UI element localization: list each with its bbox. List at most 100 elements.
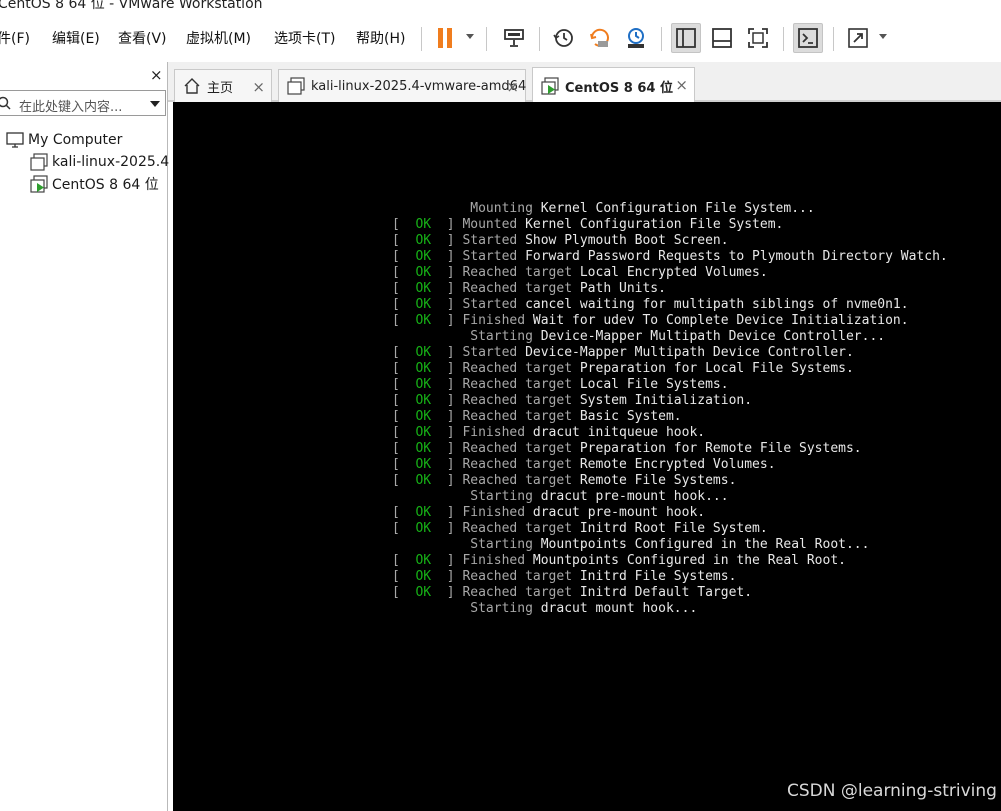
- console-text: Initrd Default Target.: [579, 585, 753, 600]
- console-message: Reached target Local Encrypted Volumes.: [462, 265, 767, 280]
- ok-status: OK: [415, 473, 432, 488]
- console-verb: Reached target: [462, 521, 580, 536]
- toolbar-separator: [661, 27, 662, 51]
- pause-button[interactable]: [430, 23, 460, 53]
- tab-kali-linux[interactable]: kali-linux-2025.4-vmware-amd64 ×: [278, 69, 526, 102]
- snapshot-manager-button[interactable]: [621, 23, 651, 53]
- console-message: Started Forward Password Requests to Ply…: [462, 249, 947, 264]
- menu-help[interactable]: 帮助(H): [356, 28, 405, 48]
- status-bracket: [ OK ]: [392, 569, 463, 584]
- tab-close-button[interactable]: ×: [506, 78, 519, 96]
- console-text: Kernel Configuration File System...: [540, 201, 815, 216]
- status-bracket: [ OK ]: [392, 585, 463, 600]
- ok-status: OK: [415, 297, 432, 312]
- console-line: [ OK ] Reached target Preparation for Lo…: [392, 361, 854, 377]
- status-bracket: [ OK ]: [392, 217, 463, 232]
- console-message: Reached target System Initialization.: [462, 393, 752, 408]
- tree-item-centos[interactable]: CentOS 8 64 位: [30, 174, 159, 194]
- status-bracket: [392, 601, 470, 616]
- ok-status: OK: [415, 217, 432, 232]
- send-ctrl-alt-del-button[interactable]: [499, 23, 529, 53]
- console-line: [ OK ] Started Show Plymouth Boot Screen…: [392, 233, 729, 249]
- full-screen-button[interactable]: [743, 23, 773, 53]
- menu-file[interactable]: 件(F): [0, 28, 30, 48]
- console-verb: Finished: [462, 505, 533, 520]
- vm-icon: [30, 153, 48, 171]
- tab-centos[interactable]: CentOS 8 64 位 ×: [532, 67, 695, 104]
- tab-close-button[interactable]: ×: [252, 78, 265, 96]
- ok-status: OK: [415, 265, 432, 280]
- status-bracket: [392, 329, 470, 344]
- console-verb: Finished: [462, 425, 533, 440]
- search-icon: [0, 96, 11, 110]
- snapshot-button[interactable]: [549, 23, 579, 53]
- console-verb: Reached target: [462, 361, 580, 376]
- tab-home[interactable]: 主页 ×: [174, 69, 272, 102]
- console-message: Finished dracut pre-mount hook.: [462, 505, 705, 520]
- console-text: dracut pre-mount hook...: [540, 489, 729, 504]
- console-verb: Started: [462, 297, 526, 312]
- stretch-dropdown-arrow[interactable]: [879, 34, 887, 39]
- tree-item-kali-linux[interactable]: kali-linux-2025.4: [30, 152, 169, 172]
- console-text: dracut pre-mount hook.: [532, 505, 706, 520]
- revert-snapshot-button[interactable]: [585, 23, 615, 53]
- menu-tabs[interactable]: 选项卡(T): [274, 28, 335, 48]
- vm-console-screen[interactable]: Mounting Kernel Configuration File Syste…: [173, 102, 1001, 811]
- library-view-button[interactable]: [671, 23, 701, 53]
- toolbar-separator: [486, 27, 487, 51]
- console-text: dracut mount hook...: [540, 601, 698, 616]
- tab-close-button[interactable]: ×: [675, 76, 688, 94]
- sidebar-close-button[interactable]: ×: [150, 66, 163, 84]
- console-line: [ OK ] Finished Mountpoints Configured i…: [392, 553, 846, 569]
- console-line: [ OK ] Mounted Kernel Configuration File…: [392, 217, 783, 233]
- console-text: Wait for udev To Complete Device Initial…: [532, 313, 909, 328]
- tree-item-my-computer[interactable]: My Computer: [6, 130, 122, 150]
- console-message: Started Device-Mapper Multipath Device C…: [462, 345, 853, 360]
- console-verb: Mounting: [470, 201, 541, 216]
- stretch-guest-button[interactable]: [843, 23, 873, 53]
- console-text: Initrd Root File System.: [579, 521, 768, 536]
- toolbar-separator: [833, 27, 834, 51]
- snapshot-icon: [553, 29, 573, 47]
- console-text: Mountpoints Configured in the Real Root.: [532, 553, 846, 568]
- console-message: Reached target Preparation for Remote Fi…: [462, 441, 861, 456]
- console-text: Forward Password Requests to Plymouth Di…: [525, 249, 948, 264]
- console-verb: Reached target: [462, 265, 580, 280]
- console-message: Starting dracut pre-mount hook...: [470, 489, 728, 504]
- computer-icon: [6, 131, 24, 149]
- thumbnail-bar-icon: [712, 28, 732, 48]
- console-text: Remote File Systems.: [579, 473, 737, 488]
- console-text: Initrd File Systems.: [579, 569, 737, 584]
- tab-label: kali-linux-2025.4-vmware-amd64: [311, 78, 527, 94]
- power-dropdown-arrow[interactable]: [466, 34, 474, 39]
- library-search-input[interactable]: 在此处键入内容...: [0, 90, 166, 116]
- console-view-button[interactable]: [793, 23, 823, 53]
- vm-running-icon: [30, 175, 48, 193]
- status-bracket: [ OK ]: [392, 409, 463, 424]
- tree-item-label: My Computer: [28, 132, 123, 148]
- send-ctrl-alt-del-icon: [504, 29, 524, 47]
- thumbnail-bar-button[interactable]: [707, 23, 737, 53]
- menu-vm[interactable]: 虚拟机(M): [186, 28, 251, 48]
- console-verb: Reached target: [462, 585, 580, 600]
- snapshot-manager-icon: [628, 28, 644, 48]
- ok-status: OK: [415, 313, 432, 328]
- console-text: Local Encrypted Volumes.: [579, 265, 768, 280]
- tab-label: CentOS 8 64 位: [565, 80, 673, 96]
- toolbar-separator: [421, 27, 422, 51]
- console-line: [ OK ] Started Forward Password Requests…: [392, 249, 948, 265]
- console-line: [ OK ] Reached target Initrd File System…: [392, 569, 736, 585]
- console-message: Started Show Plymouth Boot Screen.: [462, 233, 728, 248]
- status-bracket: [ OK ]: [392, 505, 463, 520]
- menu-edit[interactable]: 编辑(E): [52, 28, 100, 48]
- menu-view[interactable]: 查看(V): [118, 28, 167, 48]
- search-dropdown-arrow[interactable]: [150, 101, 160, 107]
- console-message: Starting Device-Mapper Multipath Device …: [470, 329, 885, 344]
- console-message: Reached target Initrd File Systems.: [462, 569, 736, 584]
- tree-item-label: kali-linux-2025.4: [52, 154, 170, 170]
- console-verb: Started: [462, 249, 526, 264]
- status-bracket: [ OK ]: [392, 473, 463, 488]
- toolbar-separator: [539, 27, 540, 51]
- console-line: [ OK ] Reached target Remote File System…: [392, 473, 736, 489]
- ok-status: OK: [415, 281, 432, 296]
